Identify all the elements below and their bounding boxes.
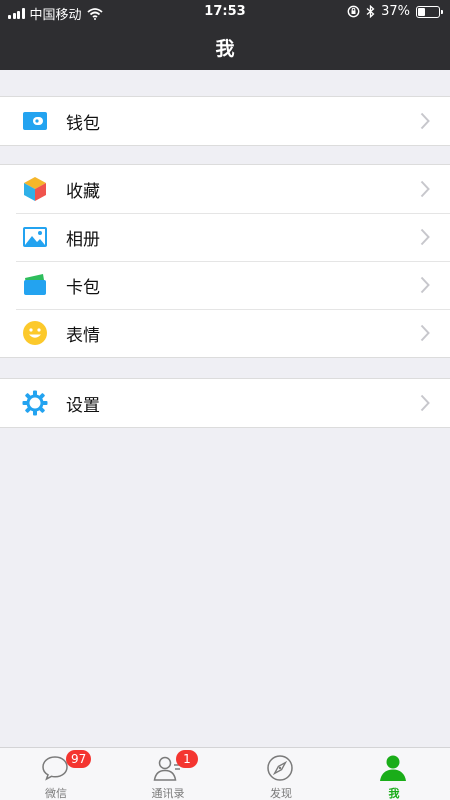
bottom-tab-bar: 97 微信 1 通讯录 发现 我 — [0, 747, 450, 800]
status-right: 37% — [347, 4, 443, 19]
menu-item-wallet[interactable]: 钱包 — [0, 97, 450, 145]
compass-icon — [267, 755, 293, 781]
rotation-lock-icon — [347, 5, 360, 18]
page-title: 我 — [215, 38, 235, 60]
card-wallet-icon — [24, 274, 46, 295]
chevron-right-icon — [420, 394, 430, 412]
menu-item-label: 收藏 — [66, 182, 100, 202]
tab-me[interactable]: 我 — [338, 748, 450, 800]
tab-label: 通讯录 — [151, 787, 185, 800]
menu-item-label: 卡包 — [66, 278, 100, 298]
tab-contacts[interactable]: 1 通讯录 — [112, 748, 224, 800]
bluetooth-icon — [366, 5, 375, 18]
menu-item-favorites[interactable]: 收藏 — [0, 165, 450, 213]
chevron-right-icon — [420, 180, 430, 198]
tab-chats[interactable]: 97 微信 — [0, 748, 112, 800]
features-group: 收藏 相册 卡包 表情 — [0, 164, 450, 358]
person-icon — [380, 755, 406, 781]
menu-item-cards[interactable]: 卡包 — [0, 261, 450, 309]
settings-gear-icon — [22, 390, 48, 416]
wallet-group: 钱包 — [0, 96, 450, 146]
settings-group: 设置 — [0, 378, 450, 428]
tab-label: 我 — [388, 787, 400, 800]
menu-item-label: 表情 — [66, 326, 100, 346]
menu-item-label: 相册 — [66, 230, 100, 250]
menu-item-label: 设置 — [66, 396, 100, 416]
tab-label: 发现 — [270, 787, 292, 800]
album-picture-icon — [23, 227, 47, 247]
unread-badge: 1 — [176, 750, 198, 768]
menu-item-settings[interactable]: 设置 — [0, 379, 450, 427]
wallet-icon — [23, 112, 47, 130]
menu-item-album[interactable]: 相册 — [0, 213, 450, 261]
status-bar: 中国移动 17:53 37% — [0, 0, 450, 24]
tab-label: 微信 — [45, 787, 67, 800]
menu-item-label: 钱包 — [66, 114, 100, 134]
chevron-right-icon — [420, 276, 430, 294]
favorites-cube-icon — [24, 177, 46, 201]
battery-percent: 37% — [381, 4, 410, 19]
battery-icon — [416, 5, 443, 18]
chevron-right-icon — [420, 324, 430, 342]
battery-fill — [418, 7, 425, 16]
menu-item-stickers[interactable]: 表情 — [0, 309, 450, 357]
chevron-right-icon — [420, 112, 430, 130]
smiley-face-icon — [23, 321, 47, 345]
tab-discover[interactable]: 发现 — [225, 748, 337, 800]
unread-badge: 97 — [66, 750, 92, 768]
header-bar: 中国移动 17:53 37% 我 — [0, 0, 450, 70]
chevron-right-icon — [420, 228, 430, 246]
